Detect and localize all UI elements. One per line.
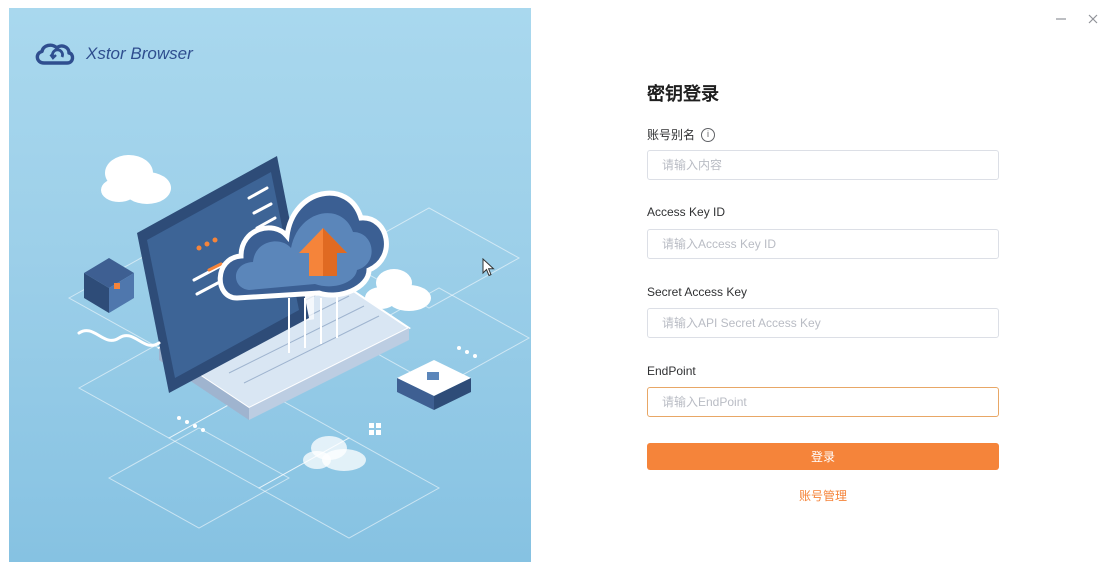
close-icon[interactable] bbox=[1086, 12, 1100, 26]
login-window: Xstor Browser 密钥登录 账号别名 i Access Key ID … bbox=[0, 0, 1112, 562]
app-title: Xstor Browser bbox=[86, 44, 193, 63]
account-management-link[interactable]: 账号管理 bbox=[647, 487, 999, 504]
brand: Xstor Browser bbox=[32, 42, 193, 66]
hero-panel: Xstor Browser bbox=[9, 8, 531, 562]
endpoint-input[interactable] bbox=[647, 387, 999, 417]
page-title: 密钥登录 bbox=[647, 84, 719, 104]
alias-label-text: 账号别名 bbox=[647, 128, 696, 142]
info-icon[interactable]: i bbox=[701, 127, 716, 142]
secret-key-input[interactable] bbox=[647, 308, 999, 338]
window-controls bbox=[1054, 12, 1100, 26]
minimize-icon[interactable] bbox=[1054, 12, 1068, 26]
access-key-input[interactable] bbox=[647, 229, 999, 259]
secret-key-label: Secret Access Key bbox=[647, 285, 748, 299]
endpoint-label: EndPoint bbox=[647, 364, 696, 378]
cloud-upload-illustration bbox=[67, 155, 531, 539]
access-key-label: Access Key ID bbox=[647, 205, 726, 219]
cloud-sync-logo-icon bbox=[35, 43, 75, 65]
alias-label: 账号别名 i bbox=[647, 126, 716, 143]
mouse-pointer-icon bbox=[482, 258, 495, 277]
login-button[interactable]: 登录 bbox=[647, 443, 999, 470]
alias-input[interactable] bbox=[647, 150, 999, 180]
